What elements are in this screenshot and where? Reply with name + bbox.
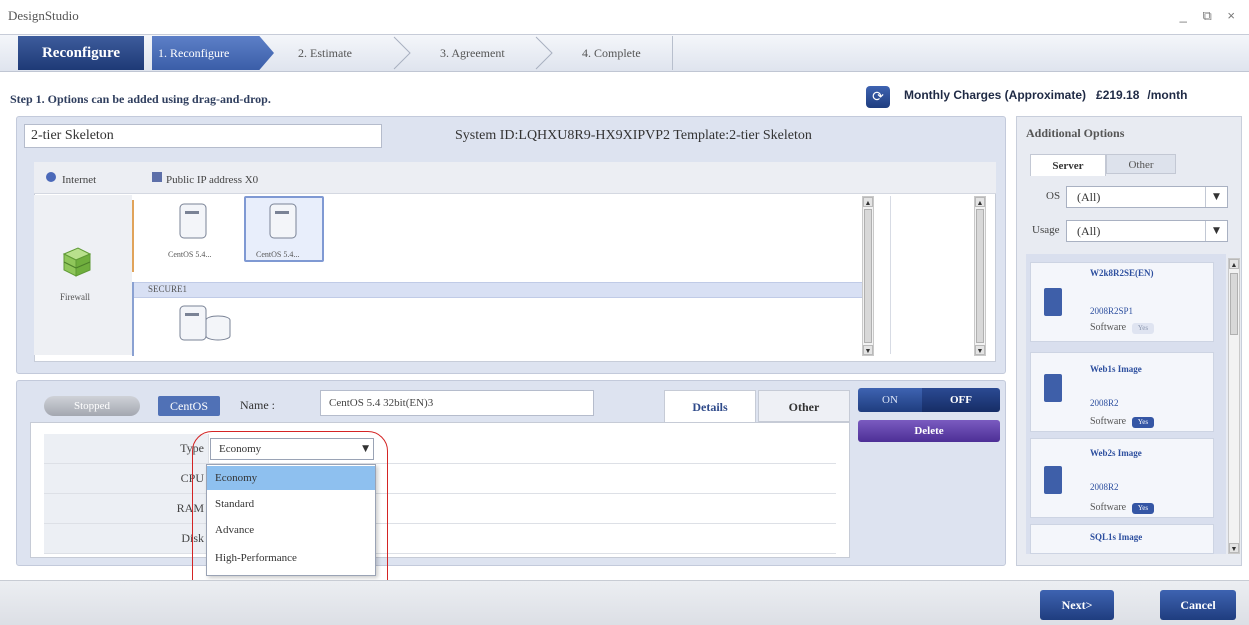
tab-other[interactable]: Other (758, 390, 850, 422)
scroll-thumb[interactable] (976, 209, 984, 343)
internet-label: Internet (62, 174, 97, 186)
usage-filter-select[interactable]: (All) ▼ (1066, 220, 1228, 242)
wizard-title: Reconfigure (18, 36, 144, 70)
scroll-up-icon[interactable]: ▲ (1229, 259, 1239, 269)
status-badge: Stopped (44, 396, 140, 416)
option-version: 2008R2 (1090, 398, 1119, 408)
diagram-scrollbar[interactable]: ▲ ▼ (862, 196, 874, 356)
os-filter-value: (All) (1077, 190, 1101, 204)
cancel-button[interactable]: Cancel (1160, 590, 1236, 620)
spec-label: RAM (44, 494, 209, 523)
step-agreement: 3. Agreement (440, 46, 505, 60)
scroll-up-icon[interactable]: ▲ (863, 197, 873, 207)
public-ip-icon (152, 172, 162, 182)
spec-label: Type (44, 434, 209, 463)
delete-button[interactable]: Delete (858, 420, 1000, 442)
network-segment-bar (134, 282, 862, 298)
server-icon (1044, 288, 1062, 316)
scroll-down-icon[interactable]: ▼ (1229, 543, 1239, 553)
firewall-icon[interactable] (60, 244, 94, 280)
power-off-button[interactable]: OFF (922, 388, 1000, 412)
option-version: 2008R2SP1 (1090, 306, 1134, 316)
spec-row-ram: RAM (44, 494, 836, 524)
option-list-scrollbar[interactable]: ▲ ▼ (1228, 258, 1240, 554)
spec-label: CPU (44, 464, 209, 493)
chevron-down-icon: ▼ (1205, 187, 1227, 207)
server-label: CentOS 5.4... (168, 250, 212, 259)
option-badge: Yes (1132, 503, 1154, 514)
option-type: Software (1090, 322, 1127, 333)
step-divider (672, 36, 673, 70)
option-type: Software (1090, 502, 1127, 513)
system-info: System ID:LQHXU8R9-HX9XIPVP2 Template:2-… (455, 128, 812, 143)
scroll-down-icon[interactable]: ▼ (975, 345, 985, 355)
window-controls[interactable]: _ ⧉ × (1180, 8, 1241, 24)
system-name-input[interactable]: 2-tier Skeleton (24, 124, 382, 148)
highlight-annotation (192, 431, 388, 601)
tab-server[interactable]: Server (1030, 154, 1106, 176)
option-name: Web1s Image (1090, 364, 1142, 374)
step-reconfigure: 1. Reconfigure (152, 36, 274, 70)
option-version: 2008R2 (1090, 482, 1119, 492)
option-badge: Yes (1132, 417, 1154, 428)
public-ip-label: Public IP address X0 (166, 174, 259, 186)
server-icon (1044, 466, 1062, 494)
monthly-charges-amount: £219.18 (1096, 88, 1140, 102)
app-title: DesignStudio (8, 8, 79, 23)
step-estimate: 2. Estimate (298, 46, 352, 60)
option-type: Software (1090, 416, 1127, 427)
db-server-icon[interactable] (176, 304, 236, 344)
server-label: CentOS 5.4... (256, 250, 300, 259)
server-name-input[interactable]: CentOS 5.4 32bit(EN)3 (320, 390, 594, 416)
usage-filter-value: (All) (1077, 224, 1101, 238)
side-scrollbar[interactable]: ▲ ▼ (974, 196, 986, 356)
spec-row-type: Type (44, 434, 836, 464)
firewall-label: Firewall (60, 292, 90, 302)
os-filter-label: OS (1046, 190, 1061, 202)
scroll-down-icon[interactable]: ▼ (863, 345, 873, 355)
option-name: SQL1s Image (1090, 532, 1143, 542)
network-segment-label: SECURE1 (148, 284, 188, 294)
step-instructions: Step 1. Options can be added using drag-… (10, 92, 271, 106)
scroll-thumb[interactable] (864, 209, 872, 343)
title-bar (0, 0, 1249, 34)
monthly-charges: Monthly Charges (Approximate) £219.18/mon… (904, 88, 1249, 102)
server-icon (1044, 374, 1062, 402)
internet-icon (46, 172, 56, 182)
option-name: Web2s Image (1090, 448, 1142, 458)
spec-row-disk: Disk (44, 524, 836, 554)
scroll-up-icon[interactable]: ▲ (975, 197, 985, 207)
server-icon[interactable] (266, 202, 300, 242)
tab-other-options[interactable]: Other (1106, 154, 1176, 174)
spec-row-cpu: CPU (44, 464, 836, 494)
additional-options-title: Additional Options (1026, 126, 1125, 140)
next-button[interactable]: Next> (1040, 590, 1114, 620)
spec-label: Disk (44, 524, 209, 553)
monthly-charges-label: Monthly Charges (Approximate) (904, 88, 1087, 102)
server-name-label: Name : (240, 398, 275, 412)
server-icon[interactable] (176, 202, 210, 242)
usage-filter-label: Usage (1032, 224, 1060, 236)
monthly-charges-period: /month (1147, 88, 1188, 102)
option-name: W2k8R2SE(EN) (1090, 268, 1154, 278)
link-line (132, 200, 134, 272)
scroll-thumb[interactable] (1230, 273, 1238, 335)
os-filter-select[interactable]: (All) ▼ (1066, 186, 1228, 208)
tab-details[interactable]: Details (664, 390, 756, 422)
power-on-button[interactable]: ON (858, 388, 922, 412)
os-badge: CentOS (158, 396, 220, 416)
step-complete: 4. Complete (582, 46, 641, 60)
refresh-icon[interactable]: ⟳ (866, 86, 890, 108)
chevron-down-icon: ▼ (1205, 221, 1227, 241)
option-badge: Yes (1132, 323, 1154, 334)
